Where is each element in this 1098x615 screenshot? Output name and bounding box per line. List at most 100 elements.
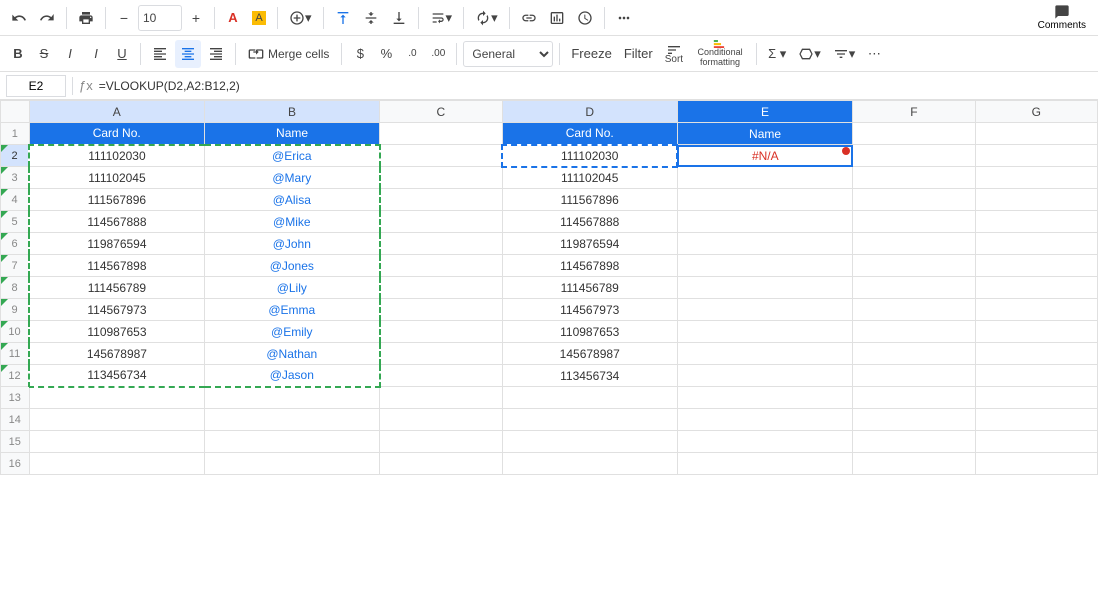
align-center-button[interactable] — [175, 40, 201, 68]
table-cell[interactable] — [975, 431, 1097, 453]
table-cell[interactable] — [853, 431, 975, 453]
font-size-increase-button[interactable]: + — [184, 4, 208, 32]
highlight-button[interactable]: A — [247, 4, 271, 32]
table-cell[interactable] — [502, 387, 677, 409]
sum-button[interactable]: Σ ▾ — [763, 40, 791, 68]
table-cell[interactable]: 114567888 — [502, 211, 677, 233]
cell-reference-input[interactable] — [6, 75, 66, 97]
table-cell[interactable]: 111567896 — [502, 189, 677, 211]
align-right-button[interactable] — [203, 40, 229, 68]
underline-button[interactable]: U — [110, 40, 134, 68]
table-cell[interactable]: @Erica — [204, 145, 379, 167]
table-cell[interactable] — [677, 255, 852, 277]
spreadsheet-area[interactable]: A B C D E F G 1Card No.NameCard No.Name2… — [0, 100, 1098, 475]
table-cell[interactable]: 113456734 — [502, 365, 677, 387]
table-cell[interactable]: 113456734 — [29, 365, 204, 387]
col-header-D[interactable]: D — [502, 101, 677, 123]
table-cell[interactable]: 114567973 — [502, 299, 677, 321]
table-cell[interactable]: Card No. — [29, 123, 204, 145]
format-select[interactable]: General Number Currency Date Time Text — [463, 41, 553, 67]
table-cell[interactable]: 114567898 — [29, 255, 204, 277]
font-size-decrease-button[interactable]: − — [112, 4, 136, 32]
table-cell[interactable]: @Emily — [204, 321, 379, 343]
table-cell[interactable] — [853, 145, 975, 167]
table-cell[interactable] — [677, 365, 852, 387]
table-cell[interactable] — [677, 277, 852, 299]
font-size-input[interactable] — [138, 5, 182, 31]
table-cell[interactable] — [380, 233, 502, 255]
wrap-button[interactable]: ▾ — [425, 4, 458, 32]
table-cell[interactable] — [677, 189, 852, 211]
table-cell[interactable] — [380, 365, 502, 387]
table-cell[interactable] — [975, 255, 1097, 277]
table-cell[interactable] — [204, 431, 379, 453]
table-cell[interactable] — [677, 211, 852, 233]
table-cell[interactable] — [975, 299, 1097, 321]
table-cell[interactable] — [677, 387, 852, 409]
bold-button[interactable]: B — [6, 40, 30, 68]
table-cell[interactable] — [380, 409, 502, 431]
table-cell[interactable] — [502, 431, 677, 453]
filter2-button[interactable]: ▾ — [828, 40, 861, 68]
col-header-C[interactable]: C — [380, 101, 502, 123]
table-cell[interactable] — [380, 321, 502, 343]
table-cell[interactable] — [853, 189, 975, 211]
table-cell[interactable] — [677, 343, 852, 365]
undo-button[interactable] — [6, 4, 32, 32]
table-cell[interactable] — [853, 123, 975, 145]
table-cell[interactable] — [380, 277, 502, 299]
table-cell[interactable] — [380, 167, 502, 189]
table-cell[interactable] — [677, 431, 852, 453]
redo-button[interactable] — [34, 4, 60, 32]
link-button[interactable] — [516, 4, 542, 32]
table-cell[interactable]: @John — [204, 233, 379, 255]
table-cell[interactable] — [380, 299, 502, 321]
table-cell[interactable] — [29, 431, 204, 453]
table-cell[interactable] — [380, 189, 502, 211]
align-middle-button[interactable] — [358, 4, 384, 32]
table-cell[interactable] — [975, 189, 1097, 211]
table-cell[interactable]: 111102030 — [29, 145, 204, 167]
rotate-button[interactable]: ▾ — [470, 4, 503, 32]
table-cell[interactable]: 114567888 — [29, 211, 204, 233]
print-button[interactable] — [73, 4, 99, 32]
table-cell[interactable] — [975, 321, 1097, 343]
function-button[interactable]: ▾ — [793, 40, 826, 68]
clock-button[interactable] — [572, 4, 598, 32]
table-cell[interactable] — [975, 277, 1097, 299]
table-cell[interactable]: @Mike — [204, 211, 379, 233]
table-cell[interactable]: 145678987 — [502, 343, 677, 365]
table-cell[interactable]: 119876594 — [502, 233, 677, 255]
table-cell[interactable] — [380, 211, 502, 233]
table-cell[interactable] — [853, 453, 975, 475]
align-top-button[interactable] — [330, 4, 356, 32]
table-cell[interactable]: @Lily — [204, 277, 379, 299]
table-cell[interactable] — [853, 387, 975, 409]
borders-button[interactable]: ▾ — [284, 4, 317, 32]
table-cell[interactable] — [204, 387, 379, 409]
table-cell[interactable] — [29, 409, 204, 431]
table-cell[interactable] — [975, 365, 1097, 387]
table-cell[interactable] — [29, 453, 204, 475]
table-cell[interactable] — [380, 453, 502, 475]
increase-decimal-button[interactable]: .00 — [426, 40, 450, 68]
table-cell[interactable] — [380, 431, 502, 453]
filter-button[interactable]: Filter — [619, 40, 658, 68]
table-cell[interactable] — [975, 387, 1097, 409]
table-cell[interactable] — [853, 233, 975, 255]
table-cell[interactable]: 110987653 — [29, 321, 204, 343]
col-header-F[interactable]: F — [853, 101, 975, 123]
table-cell[interactable] — [204, 453, 379, 475]
table-cell[interactable] — [29, 387, 204, 409]
col-header-B[interactable]: B — [204, 101, 379, 123]
table-cell[interactable]: 111102045 — [29, 167, 204, 189]
table-cell[interactable] — [975, 453, 1097, 475]
table-cell[interactable]: 111567896 — [29, 189, 204, 211]
chart-button[interactable] — [544, 4, 570, 32]
table-cell[interactable]: @Nathan — [204, 343, 379, 365]
table-cell[interactable] — [853, 299, 975, 321]
table-cell[interactable] — [380, 255, 502, 277]
table-cell[interactable] — [677, 409, 852, 431]
align-left-button[interactable] — [147, 40, 173, 68]
table-cell[interactable] — [853, 211, 975, 233]
